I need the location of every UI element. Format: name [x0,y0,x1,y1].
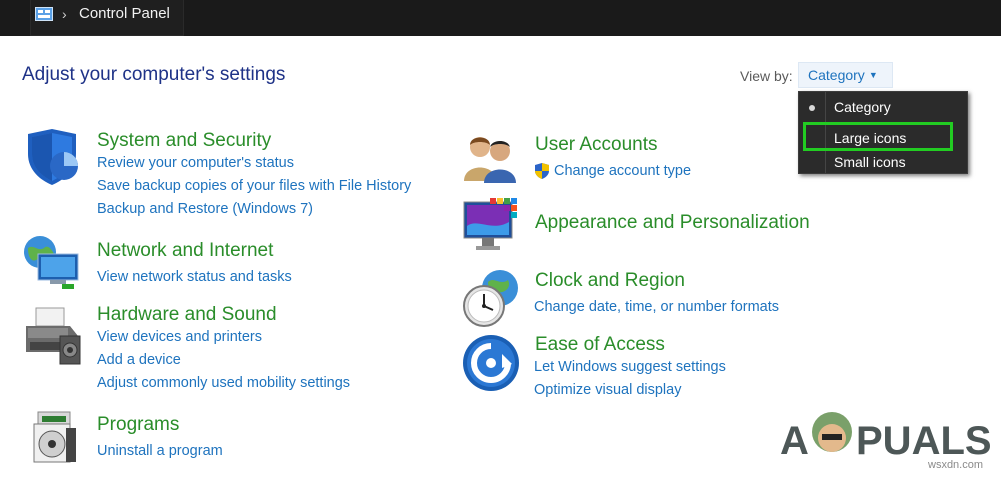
menu-item-label: Small icons [834,154,906,170]
chevron-right-icon[interactable]: › [62,6,67,22]
link-mobility-settings[interactable]: Adjust commonly used mobility settings [97,375,350,391]
caret-down-icon: ▼ [868,70,878,80]
appearance-icon [463,198,517,250]
category-ease-of-access[interactable]: Ease of Access [535,334,665,356]
link-review-status[interactable]: Review your computer's status [97,155,294,171]
category-system-security[interactable]: System and Security [97,130,271,152]
menu-item-label: Category [834,99,891,115]
page-title: Adjust your computer's settings [22,64,286,85]
view-by-label: View by: [740,68,793,84]
users-icon [464,137,516,183]
category-programs[interactable]: Programs [97,414,179,436]
category-user-accounts[interactable]: User Accounts [535,134,658,156]
svg-text:A: A [780,419,809,463]
view-by-dropdown[interactable]: Category ▼ [798,62,893,88]
ease-of-access-icon [463,335,519,391]
radio-bullet-icon [809,105,815,111]
category-appearance[interactable]: Appearance and Personalization [535,212,810,234]
link-optimize-display[interactable]: Optimize visual display [534,382,681,398]
link-network-status[interactable]: View network status and tasks [97,269,292,285]
control-panel-icon [35,7,53,21]
link-uninstall-program[interactable]: Uninstall a program [97,443,223,459]
category-clock-region[interactable]: Clock and Region [535,270,685,292]
link-devices-printers[interactable]: View devices and printers [97,329,262,345]
category-hardware-sound[interactable]: Hardware and Sound [97,304,277,326]
link-date-time-formats[interactable]: Change date, time, or number formats [534,299,779,315]
link-add-device[interactable]: Add a device [97,352,181,368]
uac-shield-icon [535,163,549,179]
view-by-menu: Category Large icons Small icons [798,91,968,174]
menu-item-category[interactable]: Category [799,95,967,119]
category-network-internet[interactable]: Network and Internet [97,240,273,262]
title-bar: › Control Panel [0,0,1001,36]
shield-icon [28,129,78,185]
site-watermark: wsxdn.com [928,459,984,471]
breadcrumb-control-panel[interactable]: Control Panel [79,5,170,22]
menu-item-small-icons[interactable]: Small icons [799,150,967,174]
link-windows-suggest[interactable]: Let Windows suggest settings [534,359,726,375]
link-change-account-type[interactable]: Change account type [554,163,691,179]
clock-globe-icon [463,270,518,327]
programs-icon [33,411,76,463]
link-backup-restore[interactable]: Backup and Restore (Windows 7) [97,201,313,217]
printer-icon [26,307,81,365]
menu-item-large-icons[interactable]: Large icons [799,126,967,150]
network-icon [24,236,79,289]
svg-text:PUALS: PUALS [856,419,990,463]
view-by-selected: Category [808,67,865,83]
menu-item-label: Large icons [834,130,907,146]
link-file-history[interactable]: Save backup copies of your files with Fi… [97,178,411,194]
